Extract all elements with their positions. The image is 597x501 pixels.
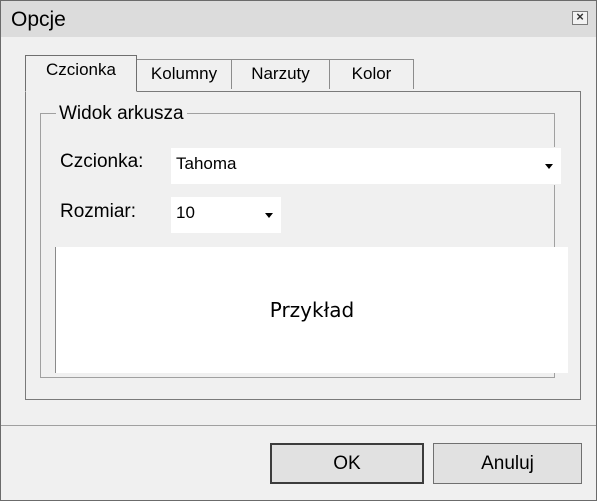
size-label: Rozmiar:: [60, 201, 137, 222]
preview-text: Przykład: [269, 298, 355, 322]
options-dialog: Opcje × Czcionka Kolumny Narzuty Kolor W…: [0, 0, 597, 501]
tab-czcionka[interactable]: Czcionka: [25, 55, 137, 92]
font-preview: Przykład: [55, 247, 568, 373]
tab-narzuty[interactable]: Narzuty: [231, 59, 330, 89]
close-icon: ×: [576, 9, 584, 24]
window-title: Opcje: [11, 8, 66, 31]
tab-label: Kolor: [351, 64, 392, 83]
size-select-value: 10: [176, 203, 195, 222]
font-select-value: Tahoma: [176, 154, 237, 173]
chevron-down-icon: [545, 164, 553, 169]
tab-kolor[interactable]: Kolor: [329, 59, 414, 89]
chevron-down-icon: [265, 213, 273, 218]
tab-label: Czcionka: [46, 60, 116, 79]
font-label: Czcionka:: [60, 151, 144, 172]
cancel-button[interactable]: Anuluj: [433, 443, 582, 484]
sheet-view-group: Widok arkusza Czcionka: Tahoma Rozmiar: …: [40, 104, 568, 378]
tab-kolumny[interactable]: Kolumny: [136, 59, 232, 89]
tab-label: Kolumny: [150, 64, 218, 83]
footer-divider: [1, 425, 596, 426]
tab-panel-czcionka: Widok arkusza Czcionka: Tahoma Rozmiar: …: [25, 91, 581, 400]
font-select[interactable]: Tahoma: [170, 147, 562, 185]
close-button[interactable]: ×: [572, 9, 588, 25]
title-bar: Opcje ×: [1, 1, 596, 37]
size-select[interactable]: 10: [170, 196, 282, 234]
group-title: Widok arkusza: [56, 104, 187, 124]
tab-label: Narzuty: [251, 64, 310, 83]
ok-button[interactable]: OK: [270, 443, 424, 484]
